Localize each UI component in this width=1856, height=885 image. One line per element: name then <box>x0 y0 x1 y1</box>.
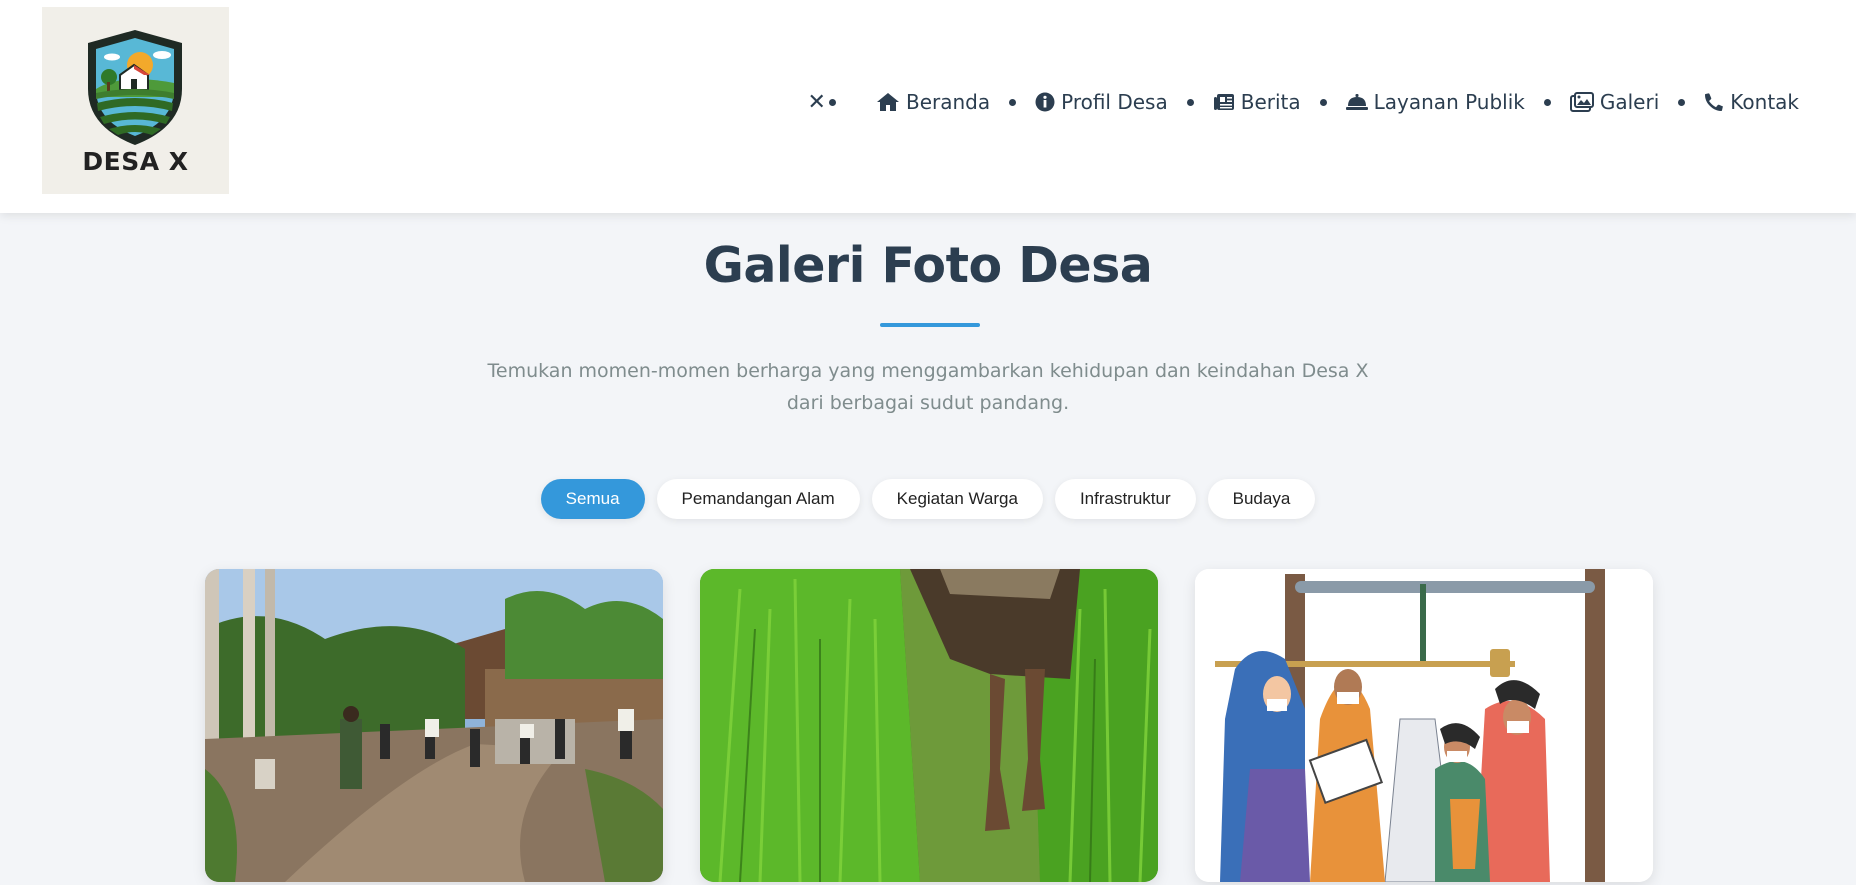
nav-item-berita[interactable]: Berita <box>1213 90 1301 114</box>
nav-label: Beranda <box>905 90 991 114</box>
page-subtitle: Temukan momen-momen berharga yang mengga… <box>487 360 1369 414</box>
nav-label: Kontak <box>1730 90 1799 114</box>
filter-budaya-button[interactable]: Budaya <box>1207 479 1316 519</box>
page-title: Galeri Foto Desa <box>703 237 1153 294</box>
gallery-item-community-work[interactable] <box>205 569 663 882</box>
filter-kegiatan-warga-button[interactable]: Kegiatan Warga <box>871 479 1043 519</box>
nav-label: Berita <box>1240 90 1301 114</box>
bell-concierge-icon <box>1345 94 1368 110</box>
village-shield-icon <box>88 30 182 145</box>
info-icon <box>1035 92 1055 112</box>
main-nav: ✕ Beranda Profil Desa Berita Layanan Pub… <box>808 84 1799 120</box>
filter-semua-button[interactable]: Semua <box>540 479 645 519</box>
community-work-photo <box>205 569 663 882</box>
site-header: DESA X ✕ Beranda Profil Desa Berita Laya… <box>0 0 1856 213</box>
nav-label: Profil Desa <box>1061 90 1168 114</box>
nav-separator-dot <box>1009 98 1017 106</box>
nav-label: Layanan Publik <box>1373 90 1525 114</box>
images-icon <box>1569 92 1594 112</box>
gallery-item-rice-field[interactable] <box>700 569 1158 882</box>
photo-gallery <box>205 569 1655 882</box>
title-underline <box>880 323 980 327</box>
nav-separator-dot <box>1186 98 1194 106</box>
nav-separator-dot <box>828 98 836 106</box>
health-post-illustration <box>1195 569 1653 882</box>
phone-icon <box>1705 93 1724 111</box>
nav-item-galeri[interactable]: Galeri <box>1569 90 1660 114</box>
filter-pemandangan-alam-button[interactable]: Pemandangan Alam <box>656 479 860 519</box>
nav-separator-dot <box>1319 98 1327 106</box>
nav-item-profil-desa[interactable]: Profil Desa <box>1035 90 1168 114</box>
nav-item-beranda[interactable]: Beranda <box>876 90 990 114</box>
nav-separator-dot <box>1543 98 1551 106</box>
home-icon <box>876 93 899 111</box>
nav-label: Galeri <box>1599 90 1660 114</box>
filter-infrastruktur-button[interactable]: Infrastruktur <box>1054 479 1196 519</box>
rice-field-photo <box>700 569 1158 882</box>
logo-text: DESA X <box>82 147 189 176</box>
gallery-filter-bar: Semua Pemandangan Alam Kegiatan Warga In… <box>0 479 1856 519</box>
nav-item-kontak[interactable]: Kontak <box>1704 90 1799 114</box>
site-logo[interactable]: DESA X <box>42 7 229 194</box>
nav-close-toggle[interactable]: ✕ <box>808 90 826 115</box>
newspaper-icon <box>1213 94 1234 110</box>
nav-item-layanan-publik[interactable]: Layanan Publik <box>1345 90 1525 114</box>
gallery-item-health-post[interactable] <box>1195 569 1653 882</box>
nav-separator-dot <box>1678 98 1686 106</box>
